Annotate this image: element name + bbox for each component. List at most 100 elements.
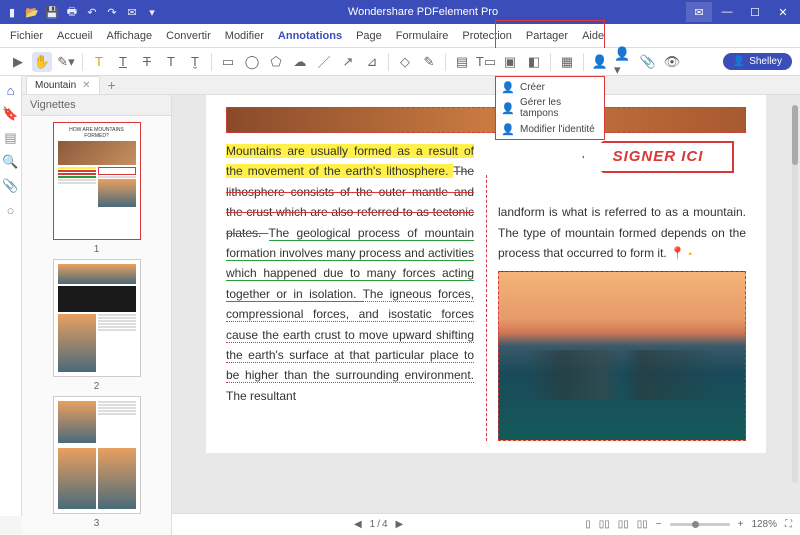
thumbnail-page-1[interactable]: HOW ARE MOUNTAINS FORMED? bbox=[53, 122, 141, 240]
area-highlight-icon[interactable]: ▦ bbox=[557, 52, 577, 72]
hand-tool-icon[interactable]: ✋ bbox=[32, 52, 52, 72]
menu-file[interactable]: Fichier bbox=[10, 30, 43, 42]
minimize-button[interactable]: ― bbox=[714, 2, 740, 22]
arrow-icon[interactable]: ↗ bbox=[338, 52, 358, 72]
undo-icon[interactable]: ↶ bbox=[84, 4, 100, 20]
menu-view[interactable]: Affichage bbox=[106, 30, 152, 42]
squiggly-icon[interactable]: T bbox=[161, 52, 181, 72]
zoom-in-button[interactable]: + bbox=[738, 519, 744, 530]
zoom-out-button[interactable]: − bbox=[656, 519, 662, 530]
rectangle-icon[interactable]: ▭ bbox=[218, 52, 238, 72]
page-current: 1 bbox=[370, 519, 376, 530]
menu-convert[interactable]: Convertir bbox=[166, 30, 211, 42]
pencil-icon[interactable]: ✎ bbox=[419, 52, 439, 72]
stamp-dropdown-highlight bbox=[495, 20, 605, 48]
note-icon[interactable]: ▤ bbox=[452, 52, 472, 72]
dropdown-label: Gérer les tampons bbox=[520, 97, 598, 119]
document-tab[interactable]: Mountain ✕ bbox=[26, 76, 100, 94]
fullscreen-icon[interactable]: ⛶ bbox=[785, 519, 792, 530]
thumbnail-page-2[interactable] bbox=[53, 259, 141, 377]
prev-page-button[interactable]: ◀ bbox=[354, 519, 362, 530]
oval-icon[interactable]: ◯ bbox=[242, 52, 262, 72]
hide-annotations-icon[interactable]: 👁 bbox=[662, 52, 682, 72]
content-row: Vignettes HOW ARE MOUNTAINS FORMED? 1 bbox=[22, 95, 800, 535]
thumbnail-page-3[interactable] bbox=[53, 396, 141, 514]
thumbnails-icon[interactable]: ⌂ bbox=[3, 82, 19, 98]
close-button[interactable]: ✕ bbox=[770, 2, 796, 22]
attachment-icon[interactable]: 📎 bbox=[638, 52, 658, 72]
open-icon[interactable]: 📂 bbox=[24, 4, 40, 20]
tab-close-icon[interactable]: ✕ bbox=[82, 80, 90, 91]
eraser-icon[interactable]: ◇ bbox=[395, 52, 415, 72]
cloud-icon[interactable]: ☁ bbox=[290, 52, 310, 72]
page-indicator[interactable]: 1 / 4 bbox=[370, 519, 388, 530]
save-icon[interactable]: 💾 bbox=[44, 4, 60, 20]
distance-icon[interactable]: ⊿ bbox=[362, 52, 382, 72]
chevron-down-icon[interactable]: ▾ bbox=[144, 4, 160, 20]
view-single-icon[interactable]: ▯ bbox=[585, 519, 591, 530]
view-facing-icon[interactable]: ▯▯ bbox=[618, 519, 629, 530]
fields-icon[interactable]: ○ bbox=[3, 202, 19, 218]
stamp-dropdown-icon[interactable]: 👤▾ bbox=[614, 52, 634, 72]
underline-icon[interactable]: T bbox=[113, 52, 133, 72]
dropdown-item-manage[interactable]: 👤 Gérer les tampons bbox=[496, 95, 604, 121]
separator bbox=[550, 53, 551, 71]
panel-title: Vignettes bbox=[22, 95, 171, 116]
pin-icon[interactable]: 📍 bbox=[670, 246, 685, 260]
dropdown-item-create[interactable]: 👤 Créer bbox=[496, 79, 604, 95]
dropdown-label: Créer bbox=[520, 82, 545, 93]
redo-icon[interactable]: ↷ bbox=[104, 4, 120, 20]
column-guide bbox=[486, 175, 487, 441]
polygon-icon[interactable]: ⬠ bbox=[266, 52, 286, 72]
zoom-slider[interactable] bbox=[670, 523, 730, 526]
separator bbox=[82, 53, 83, 71]
arrow-shape: SIGNER ICI bbox=[582, 141, 734, 173]
menu-page[interactable]: Page bbox=[356, 30, 382, 42]
mail-icon[interactable]: ✉ bbox=[124, 4, 140, 20]
stamp-person-icon[interactable]: 👤 bbox=[590, 52, 610, 72]
zoom-value[interactable]: 128% bbox=[751, 519, 777, 530]
typewriter-icon[interactable]: T▭ bbox=[476, 52, 496, 72]
main-area: ⌂ 🔖 ▤ 🔍 📎 ○ Mountain ✕ + Vignettes HOW A… bbox=[0, 76, 800, 516]
view-continuous-icon[interactable]: ▯▯ bbox=[599, 519, 610, 530]
sticky-note-icon[interactable]: ▪ bbox=[688, 249, 692, 260]
dropdown-item-identity[interactable]: 👤 Modifier l'identité bbox=[496, 121, 604, 137]
bookmarks-icon[interactable]: 🔖 bbox=[3, 106, 19, 122]
header-image[interactable] bbox=[226, 107, 746, 133]
edit-tool-icon[interactable]: ✎▾ bbox=[56, 52, 76, 72]
user-name: Shelley bbox=[749, 56, 782, 67]
menu-annotations[interactable]: Annotations bbox=[278, 30, 342, 42]
separator bbox=[388, 53, 389, 71]
comments-icon[interactable]: ▤ bbox=[3, 130, 19, 146]
menu-bar: Fichier Accueil Affichage Convertir Modi… bbox=[0, 24, 800, 48]
search-icon[interactable]: 🔍 bbox=[3, 154, 19, 170]
menu-edit[interactable]: Modifier bbox=[225, 30, 264, 42]
select-tool-icon[interactable]: ▶ bbox=[8, 52, 28, 72]
menu-form[interactable]: Formulaire bbox=[396, 30, 449, 42]
highlighted-text[interactable]: Mountains are usually formed as a result… bbox=[226, 144, 474, 178]
maximize-button[interactable]: ☐ bbox=[742, 2, 768, 22]
highlight-icon[interactable]: T bbox=[89, 52, 109, 72]
strikethrough-icon[interactable]: T bbox=[137, 52, 157, 72]
textbox-icon[interactable]: ▣ bbox=[500, 52, 520, 72]
print-icon[interactable]: 🖶 bbox=[64, 4, 80, 20]
vertical-scrollbar[interactable] bbox=[792, 105, 798, 483]
app-icon: ▮ bbox=[4, 4, 20, 20]
document-scroll[interactable]: Mountains are usually formed as a result… bbox=[172, 95, 800, 513]
user-icon: 👤 bbox=[733, 56, 745, 67]
caret-icon[interactable]: T̬ bbox=[185, 52, 205, 72]
view-cover-icon[interactable]: ▯▯ bbox=[637, 519, 648, 530]
stamp-dropdown-menu: 👤 Créer 👤 Gérer les tampons 👤 Modifier l… bbox=[495, 76, 605, 140]
callout-icon[interactable]: ◧ bbox=[524, 52, 544, 72]
content-image[interactable] bbox=[498, 271, 746, 441]
line-icon[interactable]: ／ bbox=[314, 52, 334, 72]
menu-home[interactable]: Accueil bbox=[57, 30, 92, 42]
status-bar: ◀ 1 / 4 ▶ ▯ ▯▯ ▯▯ ▯▯ − + 128% bbox=[172, 513, 800, 535]
attachments-panel-icon[interactable]: 📎 bbox=[3, 178, 19, 194]
next-page-button[interactable]: ▶ bbox=[396, 519, 404, 530]
new-tab-button[interactable]: + bbox=[104, 77, 120, 93]
notification-icon[interactable]: ✉ bbox=[686, 2, 712, 22]
stamp-annotation[interactable]: SIGNER ICI bbox=[582, 141, 734, 173]
thumb-number: 1 bbox=[94, 244, 100, 255]
user-badge[interactable]: 👤 Shelley bbox=[723, 53, 792, 70]
